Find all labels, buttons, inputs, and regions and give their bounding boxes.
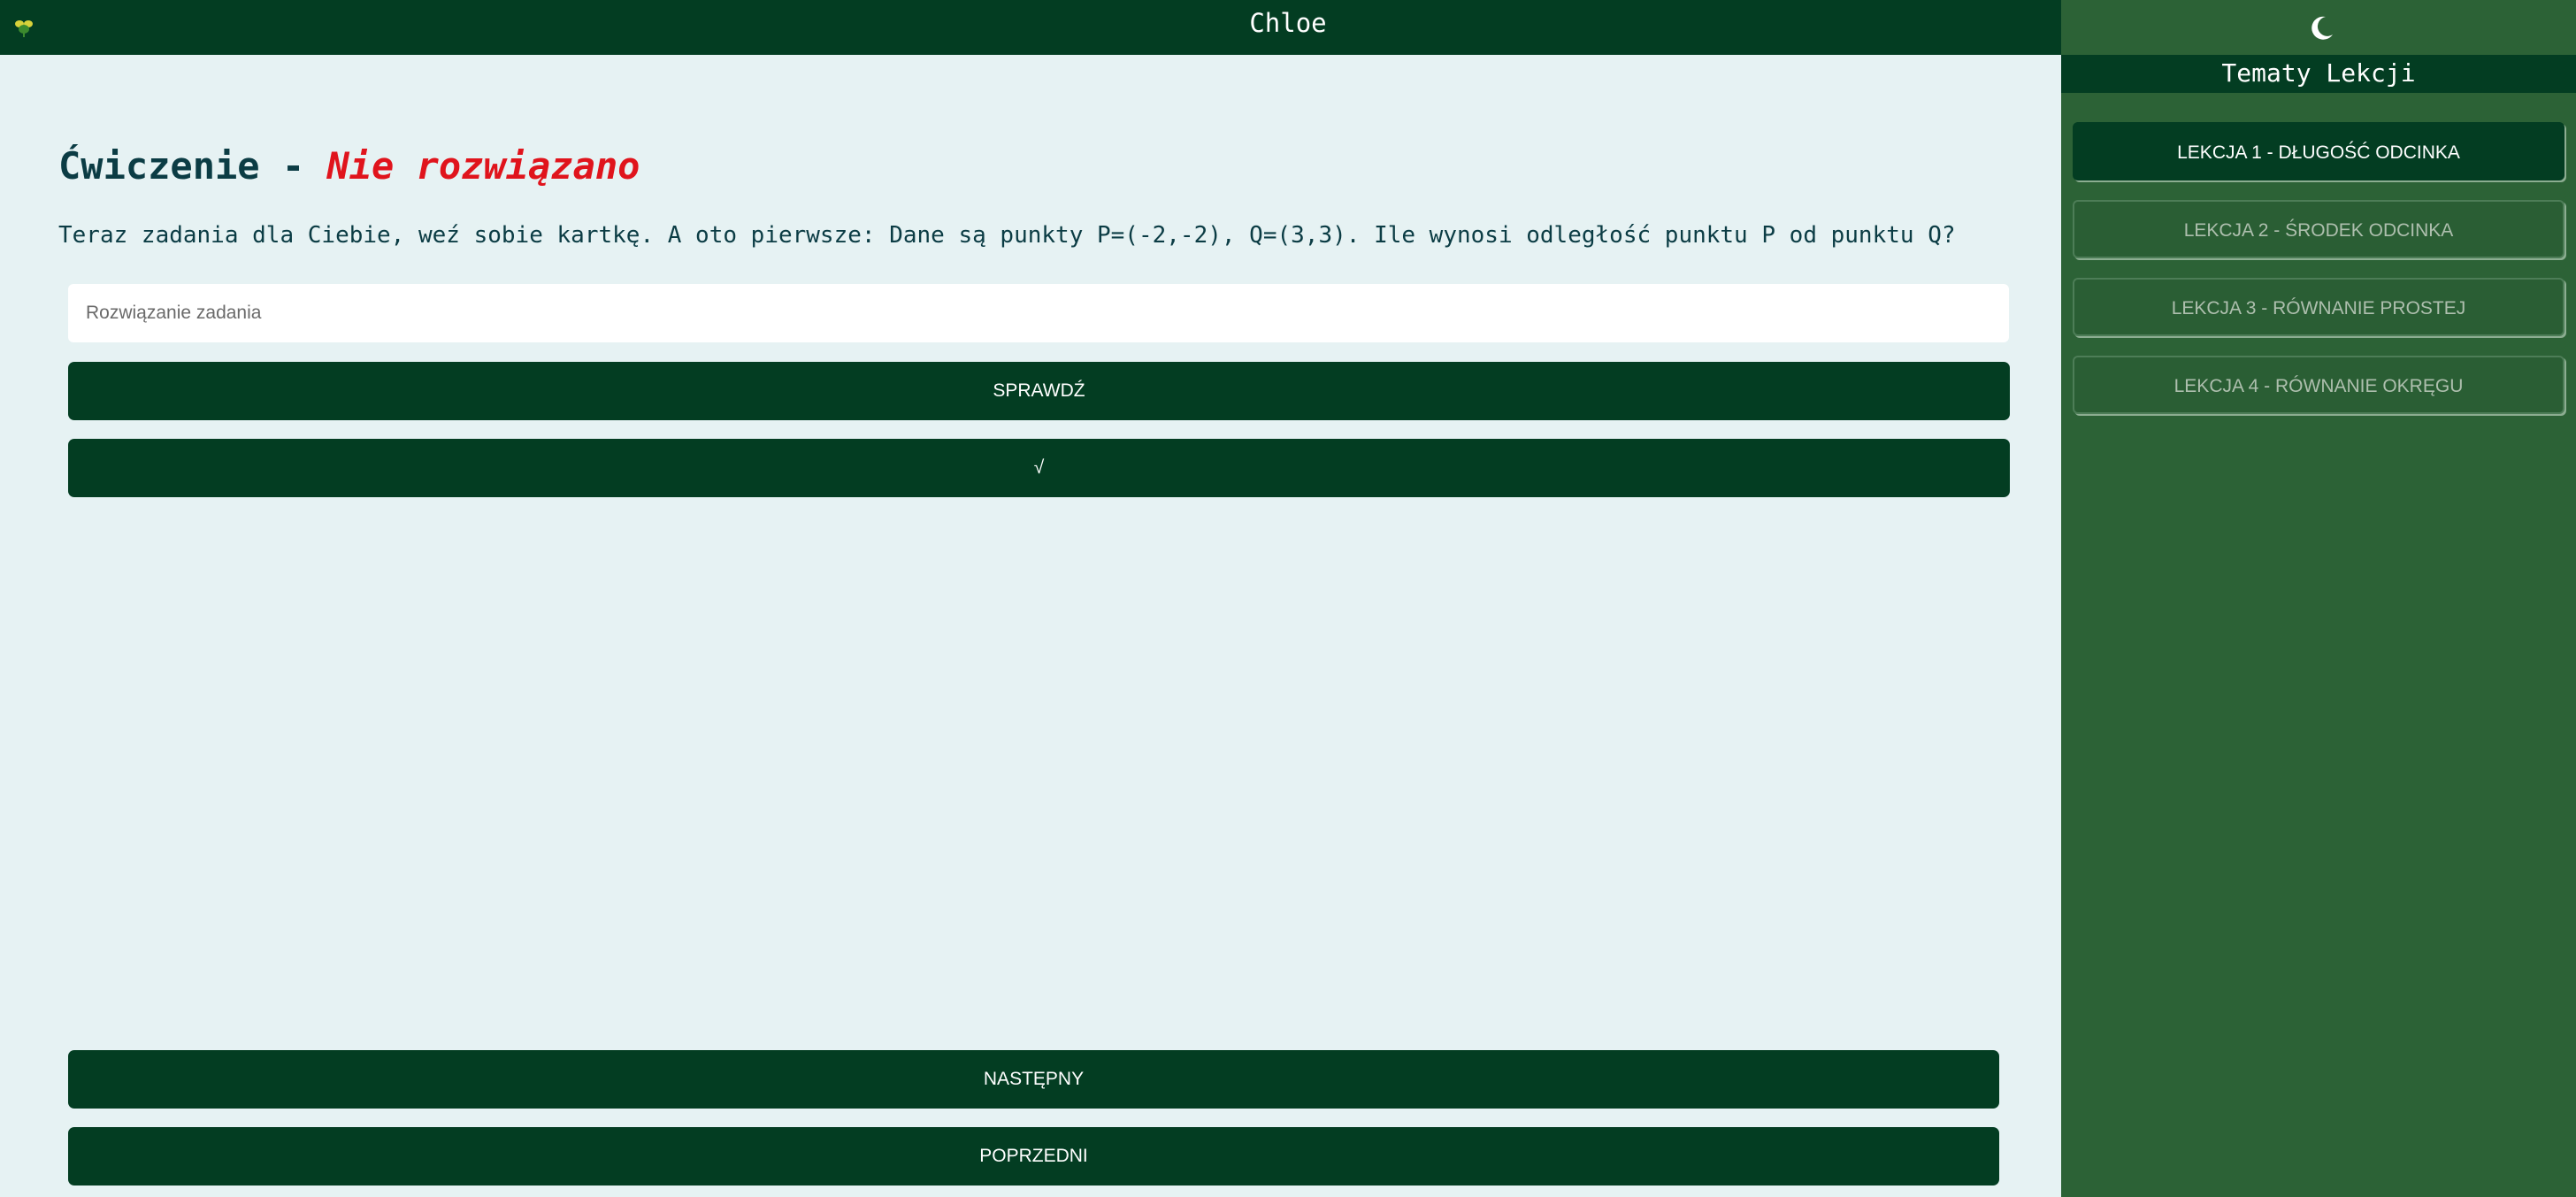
next-button[interactable]: NASTĘPNY [68,1050,1999,1109]
answer-input[interactable] [68,284,2009,342]
previous-button[interactable]: POPRZEDNI [68,1127,1999,1185]
sidebar-header: Tematy Lekcji [2061,55,2576,93]
moon-icon[interactable] [2307,12,2337,42]
sidebar-item-lesson-2[interactable]: LEKCJA 2 - ŚRODEK ODCINKA [2073,200,2564,258]
lesson-sidebar: Tematy Lekcji LEKCJA 1 - DŁUGOŚĆ ODCINKA… [2061,0,2576,1197]
sidebar-item-lesson-4[interactable]: LEKCJA 4 - RÓWNANIE OKRĘGU [2073,356,2564,414]
exercise-heading: Ćwiczenie - Nie rozwiązano [58,142,640,191]
exercise-title: Ćwiczenie - [58,144,327,188]
check-button[interactable]: SPRAWDŹ [68,362,2010,420]
exercise-status: Nie rozwiązano [326,144,640,188]
sidebar-title: Tematy Lekcji [2221,58,2416,88]
exercise-prompt: Teraz zadania dla Ciebie, weź sobie kart… [58,222,1956,249]
sqrt-button[interactable]: √ [68,439,2010,497]
sidebar-item-lesson-3[interactable]: LEKCJA 3 - RÓWNANIE PROSTEJ [2073,278,2564,336]
sidebar-item-lesson-1[interactable]: LEKCJA 1 - DŁUGOŚĆ ODCINKA [2073,122,2564,180]
